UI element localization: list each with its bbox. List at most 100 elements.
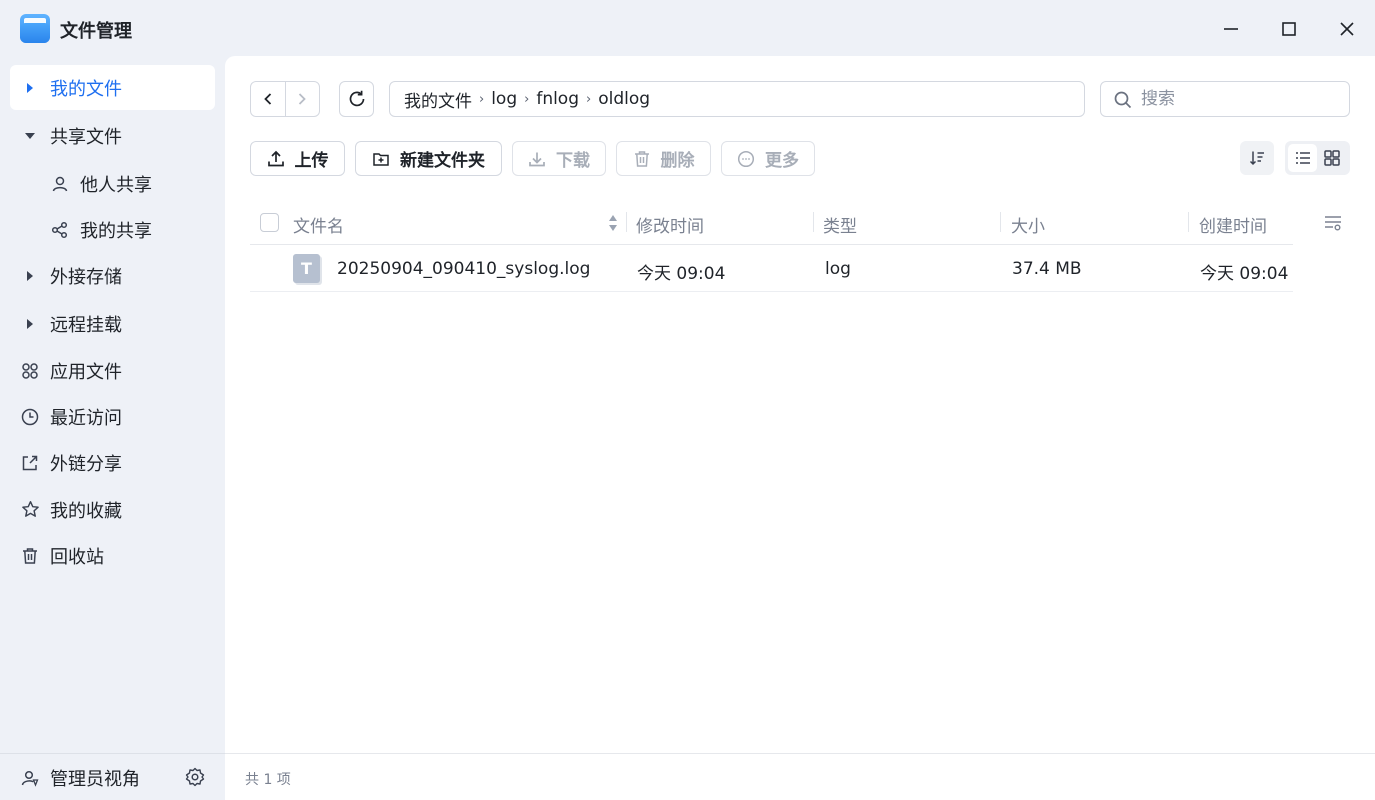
sidebar-item-label: 远程挂载: [50, 314, 122, 336]
delete-button[interactable]: 删除: [616, 141, 711, 176]
text-file-icon: T: [293, 254, 320, 283]
sidebar-item-external-storage[interactable]: 外接存储: [10, 253, 215, 298]
search-box: [1100, 81, 1350, 117]
sort-button[interactable]: [1240, 141, 1274, 175]
caret-right-icon: [20, 78, 40, 98]
sidebar-item-label: 最近访问: [50, 407, 122, 429]
upload-label: 上传: [294, 151, 329, 171]
close-button[interactable]: [1332, 14, 1362, 44]
sidebar-item-label: 我的共享: [80, 220, 152, 242]
forward-button[interactable]: [284, 82, 319, 116]
sidebar-item-recycle-bin[interactable]: 回收站: [10, 533, 215, 578]
maximize-button[interactable]: [1274, 14, 1304, 44]
column-divider: [1000, 212, 1001, 232]
trash-icon: [20, 546, 40, 566]
file-modified: 今天 09:04: [637, 264, 726, 284]
chevron-right-icon: [299, 93, 307, 105]
sidebar-item-label: 回收站: [50, 546, 104, 568]
user-icon: [50, 174, 70, 194]
sidebar-item-remote-mount[interactable]: 远程挂载: [10, 301, 215, 346]
caret-right-icon: [20, 314, 40, 334]
breadcrumb-item[interactable]: oldlog: [598, 89, 650, 109]
list-view-button[interactable]: [1288, 144, 1317, 172]
back-button[interactable]: [251, 82, 285, 116]
title-bar: 文件管理: [0, 0, 1375, 56]
sidebar-item-shared-files[interactable]: 共享文件: [10, 113, 215, 158]
sidebar-item-label: 我的收藏: [50, 500, 122, 522]
breadcrumb-item[interactable]: log: [491, 89, 517, 109]
share-icon: [50, 220, 70, 240]
maximize-icon: [1282, 22, 1296, 36]
search-input[interactable]: [1141, 86, 1341, 112]
clock-icon: [20, 407, 40, 427]
sidebar-item-favorites[interactable]: 我的收藏: [10, 487, 215, 532]
external-link-icon: [20, 453, 40, 473]
table-row[interactable]: T 20250904_090410_syslog.log 今天 09:04 lo…: [250, 245, 1293, 292]
sidebar-item-label: 应用文件: [50, 361, 122, 383]
star-icon: [20, 500, 40, 520]
gear-icon: [185, 767, 205, 787]
select-all-checkbox[interactable]: [260, 213, 279, 232]
column-header-modified[interactable]: 修改时间: [636, 212, 704, 237]
sidebar-item-my-shares[interactable]: 我的共享: [10, 207, 215, 252]
column-settings-button[interactable]: [1323, 213, 1343, 233]
more-icon: [737, 150, 755, 168]
sidebar-item-shared-by-others[interactable]: 他人共享: [10, 161, 215, 206]
chevron-right-icon: ›: [524, 91, 530, 107]
column-divider: [1188, 212, 1189, 232]
download-button[interactable]: 下载: [512, 141, 606, 176]
sort-arrows-icon[interactable]: [607, 212, 619, 234]
column-header-created[interactable]: 创建时间: [1199, 212, 1267, 237]
column-header-name[interactable]: 文件名: [293, 212, 344, 237]
file-name: 20250904_090410_syslog.log: [337, 259, 591, 279]
column-divider: [626, 212, 627, 232]
view-toggle: [1285, 141, 1350, 175]
upload-button[interactable]: 上传: [250, 141, 345, 176]
close-icon: [1340, 22, 1354, 36]
minimize-button[interactable]: [1216, 14, 1246, 44]
file-size: 37.4 MB: [1012, 259, 1082, 279]
grid-icon: [1323, 150, 1340, 166]
more-button[interactable]: 更多: [721, 141, 815, 176]
history-nav: [250, 81, 320, 117]
sidebar-item-external-links[interactable]: 外链分享: [10, 440, 215, 485]
app-folder-icon: [20, 14, 50, 43]
more-label: 更多: [765, 151, 799, 171]
admin-view-label: 管理员视角: [50, 768, 140, 790]
column-settings-icon: [1325, 216, 1341, 231]
chevron-right-icon: ›: [586, 91, 592, 107]
new-folder-label: 新建文件夹: [400, 151, 485, 171]
sidebar: 我的文件 共享文件 他人共享 我的共享 外接存储 远程挂载 应用文件 最近访问 …: [0, 56, 225, 800]
chevron-left-icon: [264, 93, 272, 105]
file-type: log: [825, 259, 851, 279]
breadcrumb-item[interactable]: fnlog: [536, 89, 579, 109]
sidebar-item-label: 外链分享: [50, 453, 122, 475]
sidebar-item-label: 我的文件: [50, 78, 122, 100]
sidebar-item-app-files[interactable]: 应用文件: [10, 348, 215, 393]
admin-user-icon: [20, 768, 40, 788]
app-title: 文件管理: [60, 21, 132, 42]
refresh-button[interactable]: [339, 81, 374, 117]
apps-icon: [20, 361, 40, 381]
column-divider: [813, 212, 814, 232]
settings-button[interactable]: [185, 767, 205, 787]
status-bar: 共 1 项: [225, 753, 1375, 800]
file-created: 今天 09:04: [1200, 264, 1289, 284]
sidebar-item-label: 他人共享: [80, 174, 152, 196]
sidebar-footer: 管理员视角: [0, 753, 225, 800]
sidebar-item-label: 外接存储: [50, 266, 122, 288]
delete-label: 删除: [660, 151, 695, 171]
sidebar-item-recent[interactable]: 最近访问: [10, 394, 215, 439]
new-folder-button[interactable]: 新建文件夹: [355, 141, 502, 176]
grid-view-button[interactable]: [1317, 144, 1346, 172]
refresh-icon: [349, 90, 364, 107]
table-header: 文件名 修改时间 类型 大小 创建时间: [250, 200, 1293, 245]
main-panel: 我的文件 › log › fnlog › oldlog 上传 新建文件夹 下载 …: [225, 56, 1375, 800]
caret-down-icon: [20, 126, 40, 146]
breadcrumb-item[interactable]: 我的文件: [404, 87, 472, 112]
column-header-size[interactable]: 大小: [1011, 212, 1045, 237]
sidebar-item-my-files[interactable]: 我的文件: [10, 65, 215, 110]
minimize-icon: [1224, 28, 1238, 30]
column-header-type[interactable]: 类型: [823, 212, 857, 237]
caret-right-icon: [20, 266, 40, 286]
